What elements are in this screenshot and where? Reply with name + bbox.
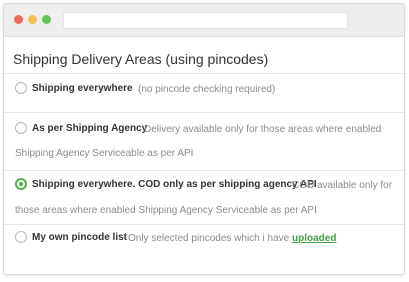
option-description: those areas where enabled Shipping Agenc… [15, 205, 317, 216]
minimize-window-dot-icon[interactable] [28, 15, 37, 24]
option-description: COD available only for [292, 180, 393, 191]
maximize-window-dot-icon[interactable] [42, 15, 51, 24]
divider [4, 73, 404, 74]
browser-titlebar [4, 4, 404, 37]
radio-button-checked[interactable] [15, 178, 27, 190]
option-label: Shipping everywhere. COD only as per shi… [32, 179, 317, 190]
option-description: Delivery available only for those areas … [144, 124, 382, 135]
divider [4, 112, 404, 113]
option-description: (no pincode checking required) [138, 84, 276, 95]
divider [4, 170, 404, 171]
radio-button[interactable] [15, 231, 27, 243]
page-title: Shipping Delivery Areas (using pincodes) [13, 51, 269, 67]
option-as-per-shipping-agency[interactable]: As per Shipping Agency Delivery availabl… [15, 122, 398, 168]
option-description-text: Only selected pincodes which i have [128, 233, 290, 244]
close-window-dot-icon[interactable] [14, 15, 23, 24]
option-description: Shipping Agency Serviceable as per API [15, 148, 194, 159]
option-label: As per Shipping Agency [32, 123, 148, 134]
divider [4, 224, 404, 225]
uploaded-link[interactable]: uploaded [292, 233, 336, 244]
option-label: My own pincode list [32, 232, 128, 243]
option-label: Shipping everywhere [32, 83, 133, 94]
option-shipping-everywhere[interactable]: Shipping everywhere (no pincode checking… [15, 82, 398, 112]
address-bar[interactable] [63, 12, 348, 29]
option-own-pincode-list[interactable]: My own pincode list Only selected pincod… [15, 231, 398, 255]
radio-button[interactable] [15, 82, 27, 94]
option-description: Only selected pincodes which i have uplo… [128, 233, 336, 244]
radio-button[interactable] [15, 122, 27, 134]
browser-window: Shipping Delivery Areas (using pincodes)… [3, 3, 405, 275]
option-cod-as-per-shipping-agency[interactable]: Shipping everywhere. COD only as per shi… [15, 178, 398, 222]
